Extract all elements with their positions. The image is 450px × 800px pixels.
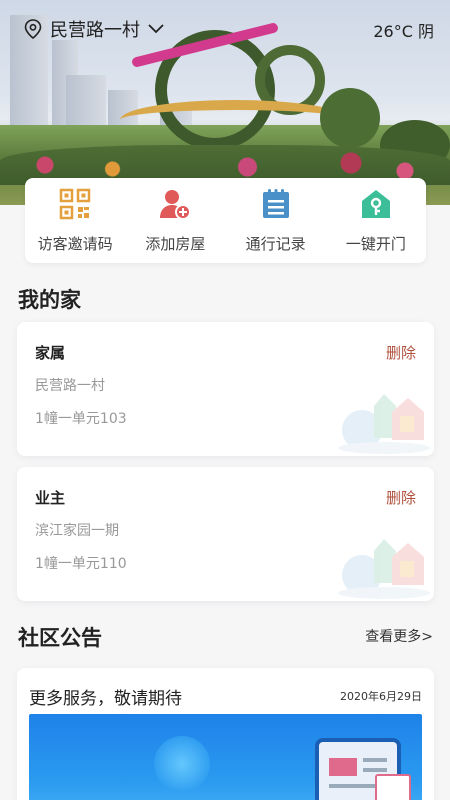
home-card[interactable]: 业主 删除 滨江家园一期 1幢一单元110 (17, 467, 434, 601)
decor-circle (154, 736, 210, 792)
notice-title: 更多服务，敬请期待 (29, 689, 182, 709)
topiary-wave (120, 100, 350, 140)
visitor-code-label: 访客邀请码 (37, 235, 113, 253)
my-home-title: 我的家 (18, 288, 81, 312)
access-records-button[interactable]: 通行记录 (226, 178, 326, 263)
location-label: 民营路一村 (50, 20, 140, 41)
notices-title: 社区公告 (18, 626, 102, 650)
home-unit: 1幢一单元110 (35, 556, 127, 572)
open-door-label: 一键开门 (345, 235, 406, 253)
chart-illustration-icon (375, 774, 411, 800)
home-role: 家属 (35, 344, 66, 362)
delete-button[interactable]: 删除 (386, 487, 416, 508)
weather-label: 26°C 阴 (373, 22, 434, 41)
visitor-code-button[interactable]: 访客邀请码 (25, 178, 125, 263)
location-pin-icon (24, 19, 42, 39)
add-house-label: 添加房屋 (145, 235, 206, 253)
home-unit: 1幢一单元103 (35, 411, 127, 427)
location-selector[interactable]: 民营路一村 (24, 16, 164, 42)
notepad-icon (259, 187, 293, 221)
home-card[interactable]: 家属 删除 民营路一村 1幢一单元103 (17, 322, 434, 456)
top-bar: 民营路一村 26°C 阴 (0, 0, 450, 56)
notice-card[interactable]: 更多服务，敬请期待 2020年6月29日 (17, 668, 434, 800)
quick-actions-bar: 访客邀请码 添加房屋 通行记录 一键开门 (25, 178, 426, 263)
chevron-down-icon (148, 24, 164, 34)
open-door-button[interactable]: 一键开门 (326, 178, 426, 263)
view-more-link[interactable]: 查看更多> (365, 626, 433, 646)
home-role: 业主 (35, 489, 66, 507)
add-person-icon (158, 187, 192, 221)
add-house-button[interactable]: 添加房屋 (125, 178, 225, 263)
notice-image (29, 714, 422, 800)
house-illustration-icon (338, 394, 430, 454)
topiary-bush (320, 88, 380, 148)
house-illustration-icon (338, 539, 430, 599)
home-key-icon (359, 187, 393, 221)
home-community: 民营路一村 (35, 378, 105, 394)
home-community: 滨江家园一期 (35, 523, 119, 539)
notice-date: 2020年6月29日 (340, 690, 422, 703)
delete-button[interactable]: 删除 (386, 342, 416, 363)
access-records-label: 通行记录 (245, 235, 306, 253)
qr-code-icon (58, 187, 92, 221)
